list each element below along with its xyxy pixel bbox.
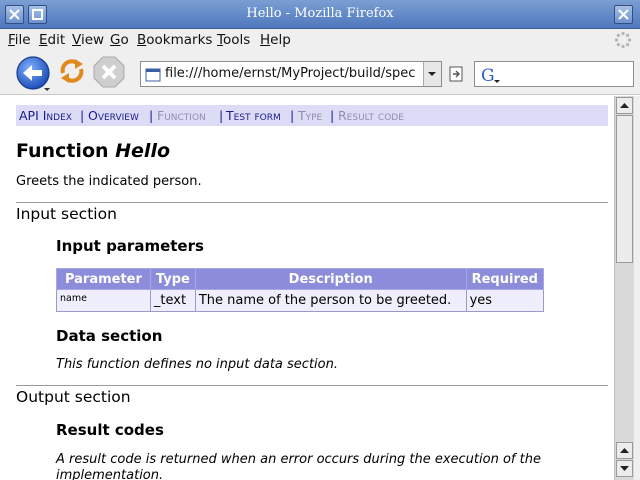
menu-edit[interactable]: Edit (39, 32, 65, 48)
scroll-down-button[interactable] (616, 460, 633, 477)
cell-description: The name of the person to be greeted. (194, 289, 467, 312)
cell-type: _text (149, 289, 196, 312)
menu-bookmarks[interactable]: Bookmarks (137, 32, 212, 48)
nav-type-disabled: Type (298, 108, 323, 123)
scroll-up-button[interactable] (616, 97, 633, 114)
menu-tools[interactable]: Tools (217, 32, 250, 48)
nav-result-code-disabled: Result code (338, 108, 404, 123)
close-icon (618, 9, 629, 20)
input-section-heading: Input section (16, 205, 117, 223)
page-content: API Index | Overview | Function | Test f… (6, 96, 614, 480)
chevron-down-icon (428, 72, 436, 76)
throbber-icon (614, 31, 632, 49)
window-border (634, 96, 640, 480)
nav-separator: | (290, 108, 295, 123)
vertical-scrollbar[interactable] (614, 96, 634, 480)
function-description: Greets the indicated person. (16, 174, 202, 189)
go-button[interactable] (449, 64, 465, 84)
back-button[interactable] (15, 55, 51, 91)
table-header-row: Parameter Type Description Required (56, 268, 545, 290)
url-text[interactable]: file:///home/ernst/MyProject/build/specd… (165, 66, 415, 81)
divider (16, 202, 608, 203)
column-header-description: Description (194, 268, 467, 290)
window-title: Hello - Mozilla Firefox (246, 6, 394, 21)
reload-icon (60, 59, 84, 83)
stop-button[interactable] (92, 55, 128, 91)
menu-view[interactable]: View (72, 32, 104, 48)
navigation-toolbar: file:///home/ernst/MyProject/build/specd… (0, 51, 640, 95)
menu-go[interactable]: Go (110, 32, 129, 48)
column-header-required: Required (465, 268, 545, 290)
column-header-parameter: Parameter (56, 268, 151, 290)
result-codes-heading: Result codes (56, 421, 164, 439)
nav-separator: | (219, 108, 224, 123)
url-bar[interactable]: file:///home/ernst/MyProject/build/specd… (140, 61, 442, 87)
nav-api-index-link[interactable]: API Index (19, 108, 72, 123)
arrow-up-icon (620, 448, 629, 453)
nav-separator: | (149, 108, 154, 123)
nav-separator: | (80, 108, 85, 123)
result-codes-text: A result code is returned when an error … (56, 452, 541, 480)
page-title-prefix: Function (16, 140, 116, 162)
nav-function-current: Function (157, 108, 206, 123)
arrow-down-icon (620, 466, 629, 471)
cell-required: yes (465, 289, 545, 312)
nav-overview-link[interactable]: Overview (88, 108, 139, 123)
input-parameters-table: Parameter Type Description Required name… (56, 268, 545, 312)
nav-test-form-link[interactable]: Test form (226, 108, 281, 123)
arrow-up-icon (620, 103, 629, 108)
table-row: name _text The name of the person to be … (56, 289, 545, 312)
data-section-heading: Data section (56, 327, 163, 345)
stop-icon (93, 56, 125, 88)
menu-file[interactable]: File (8, 32, 31, 48)
title-bar: Hello - Mozilla Firefox (0, 0, 640, 29)
nav-separator: | (330, 108, 335, 123)
menu-bar: File Edit View Go Bookmarks Tools Help (0, 29, 640, 51)
divider (16, 385, 608, 386)
scrollbar-thumb[interactable] (616, 115, 633, 263)
cell-parameter: name (56, 289, 151, 312)
svg-text:G: G (481, 66, 495, 85)
input-parameters-heading: Input parameters (56, 237, 204, 255)
google-g-icon[interactable]: G (479, 65, 501, 85)
menu-help[interactable]: Help (260, 32, 291, 48)
page-title: Function Hello (16, 140, 170, 162)
scroll-up-button-lower[interactable] (616, 442, 633, 459)
url-dropdown-button[interactable] (423, 62, 441, 86)
search-box[interactable]: G (474, 61, 634, 87)
output-section-heading: Output section (16, 388, 131, 406)
page-title-name: Hello (115, 140, 171, 162)
api-nav-strip: API Index | Overview | Function | Test f… (16, 105, 608, 126)
back-arrow-icon (16, 56, 50, 91)
page-icon (145, 68, 161, 82)
reload-button[interactable] (56, 55, 92, 91)
go-icon (449, 66, 463, 82)
data-section-text: This function defines no input data sect… (56, 357, 338, 372)
column-header-type: Type (149, 268, 196, 290)
close-window-button[interactable] (614, 5, 633, 24)
